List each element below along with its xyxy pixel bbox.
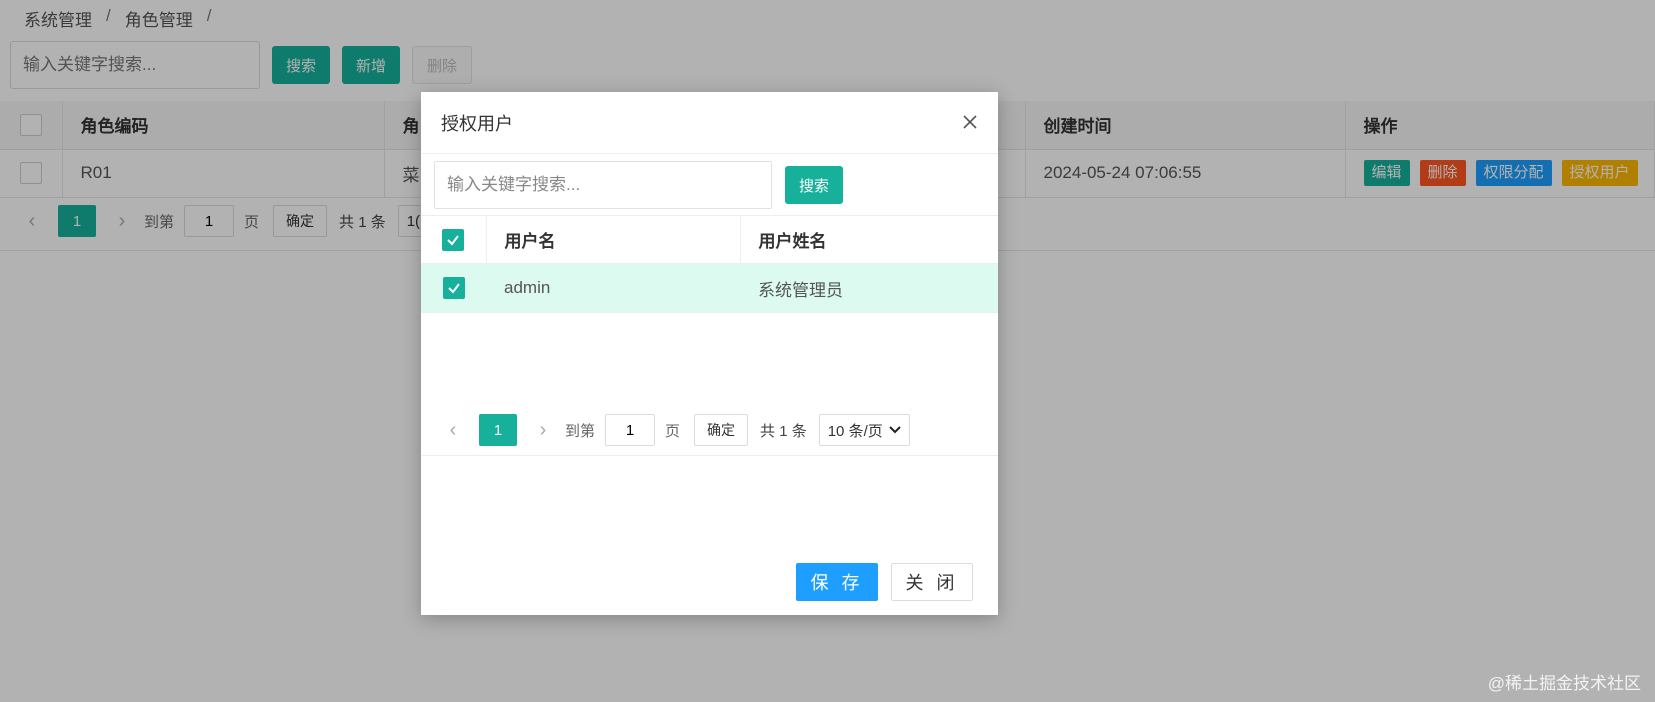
- page-number-input[interactable]: [605, 414, 656, 446]
- next-page-icon[interactable]: ›: [531, 419, 555, 442]
- page-size-value: 10 条/页: [827, 422, 883, 440]
- select-all-cell: [421, 215, 487, 264]
- watermark: @稀土掘金技术社区: [1487, 674, 1641, 693]
- current-page-button[interactable]: 1: [479, 414, 517, 446]
- close-button[interactable]: 关 闭: [891, 563, 973, 601]
- divider: [421, 455, 998, 456]
- check-icon: [447, 234, 460, 246]
- prev-page-icon[interactable]: ‹: [441, 419, 465, 442]
- dialog-title: 授权用户: [441, 113, 513, 134]
- dialog-search-button[interactable]: 搜索: [785, 166, 843, 204]
- user-pagination: ‹ 1 › 到第 页 确定 共 1 条 10 条/页: [441, 414, 910, 446]
- table-header-row: 用户名 用户姓名: [421, 215, 998, 264]
- close-icon[interactable]: [962, 111, 978, 135]
- dialog-footer: 保 存 关 闭: [796, 563, 973, 601]
- user-table: 用户名 用户姓名 admin 系统管理员: [421, 215, 998, 313]
- select-all-checkbox[interactable]: [442, 228, 465, 251]
- total-count: 共 1 条: [760, 422, 807, 440]
- goto-label: 到第: [565, 422, 596, 440]
- save-button[interactable]: 保 存: [796, 563, 878, 601]
- page-size-select[interactable]: 10 条/页: [818, 414, 910, 446]
- cell-fullname: 系统管理员: [740, 263, 998, 313]
- header-username: 用户名: [486, 215, 741, 264]
- dialog-header: 授权用户: [421, 92, 998, 154]
- dialog-search-bar: 搜索: [421, 154, 998, 216]
- dialog-search-input[interactable]: [434, 161, 772, 209]
- cell-username: admin: [486, 263, 740, 313]
- chevron-down-icon: [889, 426, 901, 434]
- header-fullname: 用户姓名: [740, 215, 998, 264]
- page-unit-label: 页: [665, 422, 681, 440]
- authorize-user-dialog: 授权用户 搜索 用户名 用户姓名: [421, 92, 998, 615]
- check-icon: [447, 283, 460, 294]
- row-checkbox-cell: [421, 263, 486, 313]
- page-confirm-button[interactable]: 确定: [694, 414, 749, 446]
- row-checkbox[interactable]: [442, 277, 465, 299]
- table-row[interactable]: admin 系统管理员: [421, 263, 998, 313]
